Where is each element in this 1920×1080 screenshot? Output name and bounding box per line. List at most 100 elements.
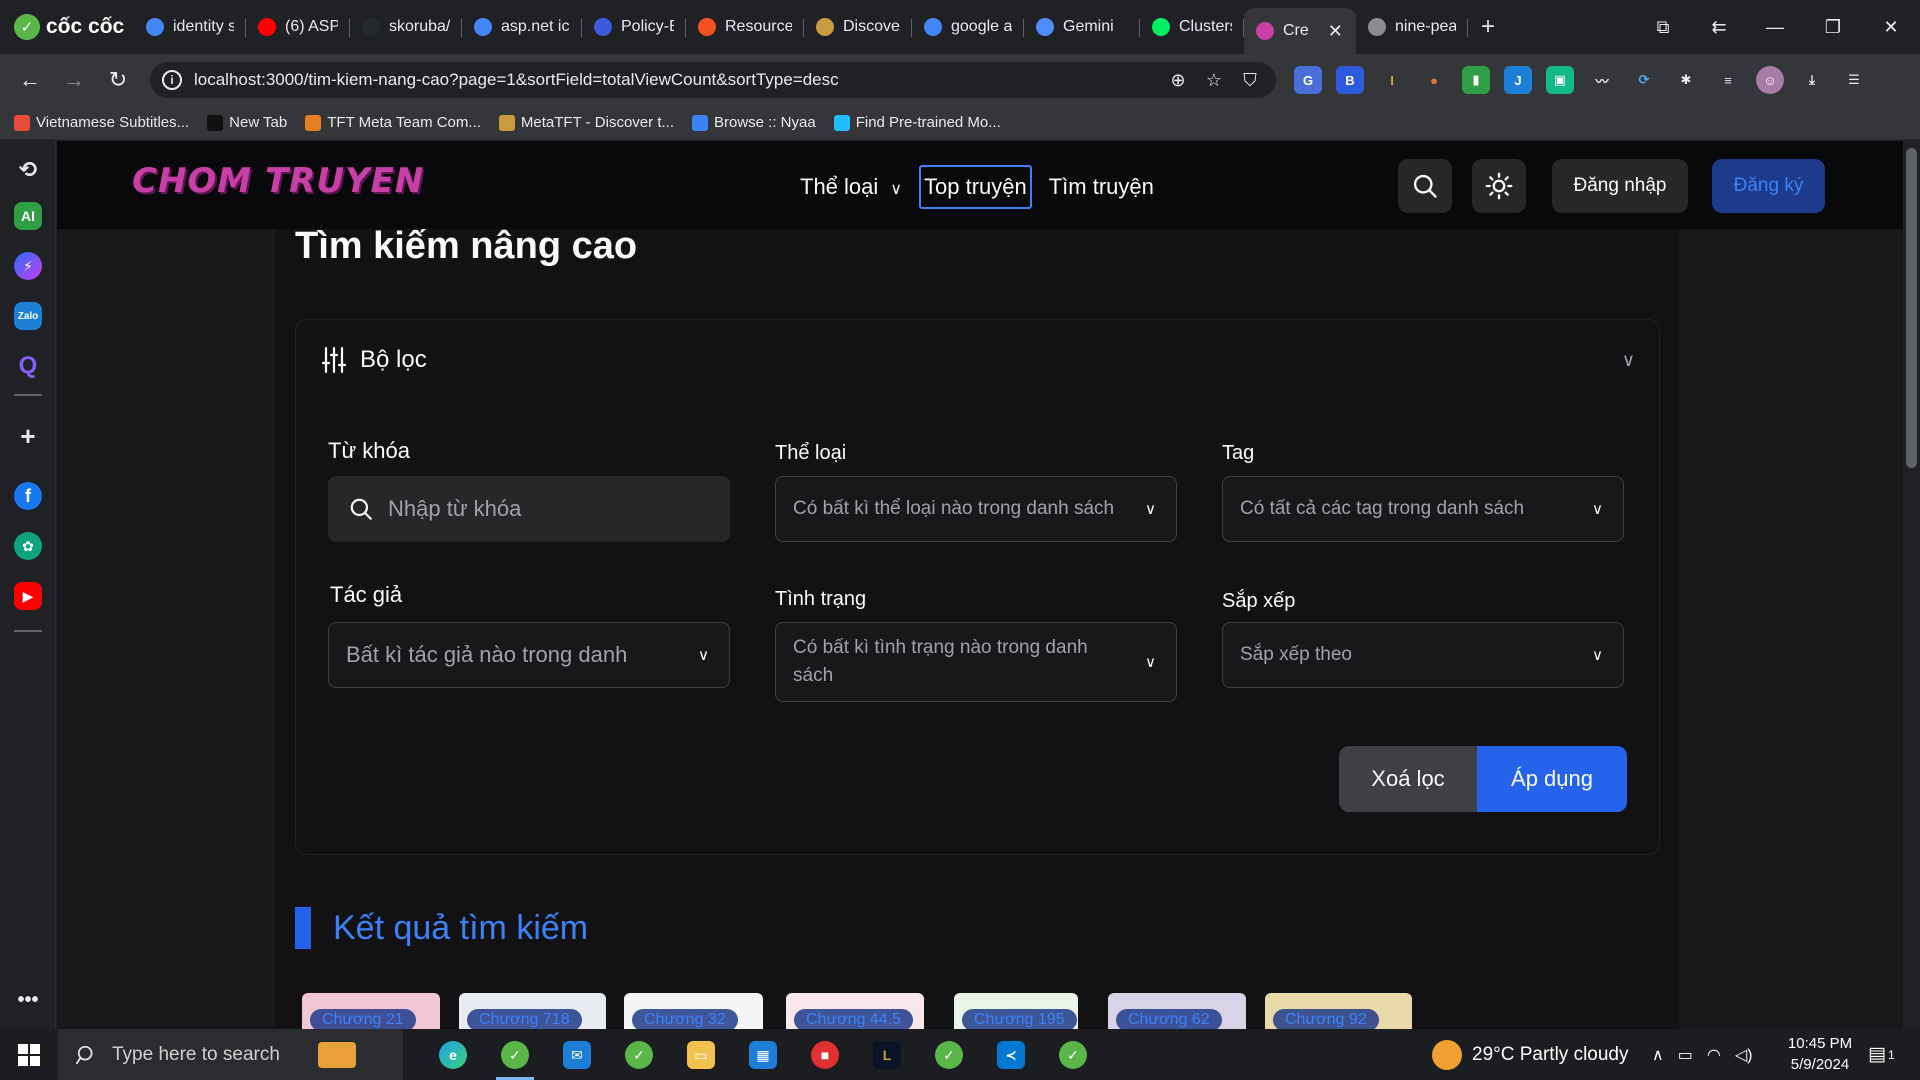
- taskbar-search[interactable]: Type here to search: [58, 1029, 403, 1080]
- back-button[interactable]: ←: [12, 62, 48, 98]
- apply-filter-button[interactable]: Áp dụng: [1477, 746, 1627, 812]
- taskbar-coccoc-profile[interactable]: ✓: [492, 1034, 538, 1080]
- register-button[interactable]: Đăng ký: [1712, 159, 1825, 213]
- comic-card[interactable]: Chương 718: [459, 993, 606, 1029]
- login-button[interactable]: Đăng nhập: [1552, 159, 1688, 213]
- translate-extension-icon[interactable]: G: [1294, 66, 1322, 94]
- browser-tab[interactable]: Cre ✕: [1244, 8, 1356, 54]
- messenger-icon[interactable]: ⚡: [14, 252, 42, 280]
- bookmark-item[interactable]: Browse :: Nyaa: [691, 114, 816, 131]
- close-tab-icon[interactable]: ✕: [1328, 21, 1343, 42]
- status-select[interactable]: Có bất kì tình trạng nào trong danh sách…: [775, 622, 1177, 702]
- nav-find-stories[interactable]: Tìm truyện: [1046, 167, 1157, 207]
- facebook-icon[interactable]: f: [14, 482, 42, 510]
- filter-header[interactable]: Bộ lọc: [322, 346, 427, 374]
- system-clock[interactable]: 10:45 PM 5/9/2024: [1775, 1033, 1865, 1075]
- download-icon[interactable]: ⤓: [1798, 66, 1826, 94]
- taskbar-mail[interactable]: ✉: [554, 1034, 600, 1076]
- extensions-puzzle-icon[interactable]: ✱: [1672, 66, 1700, 94]
- bookmark-item[interactable]: Vietnamese Subtitles...: [14, 114, 189, 131]
- site-info-icon[interactable]: i: [162, 70, 182, 90]
- mustache-extension-icon[interactable]: 〰: [1588, 66, 1616, 94]
- volume-icon[interactable]: ◁): [1735, 1045, 1753, 1065]
- browser-tab[interactable]: Discover: [804, 8, 912, 46]
- menu-icon[interactable]: ☰: [1840, 66, 1868, 94]
- nav-genre[interactable]: Thể loại ∨: [797, 167, 905, 207]
- taskbar-league[interactable]: L: [864, 1034, 910, 1076]
- address-bar[interactable]: i localhost:3000/tim-kiem-nang-cao?page=…: [150, 62, 1276, 98]
- browser-tab[interactable]: Policy-Ba: [582, 8, 686, 46]
- site-logo[interactable]: CHOM TRUYEN: [132, 161, 424, 201]
- minimize-button[interactable]: —: [1746, 0, 1804, 54]
- add-app-icon[interactable]: +: [14, 421, 42, 451]
- keyword-input[interactable]: Nhập từ khóa: [328, 476, 730, 542]
- browser-tab[interactable]: (6) ASP.N: [246, 8, 350, 46]
- nav-top-stories[interactable]: Top truyện: [919, 165, 1032, 209]
- tag-select[interactable]: Có tất cả các tag trong danh sách ∨: [1222, 476, 1624, 542]
- browser-tab[interactable]: skoruba/: [350, 8, 462, 46]
- ai-assistant-icon[interactable]: AI: [14, 202, 42, 230]
- bookmark-item[interactable]: New Tab: [207, 114, 287, 131]
- theme-toggle-button[interactable]: [1472, 159, 1526, 213]
- tray-chevron-icon[interactable]: ∧: [1652, 1045, 1664, 1065]
- header-search-button[interactable]: [1398, 159, 1452, 213]
- weather-widget[interactable]: 29°C Partly cloudy: [1432, 1029, 1629, 1080]
- profile-avatar[interactable]: ☺: [1756, 66, 1784, 94]
- cursor-extension-icon[interactable]: I: [1378, 66, 1406, 94]
- collapse-chevron-icon[interactable]: ∨: [1622, 350, 1635, 371]
- j-extension-icon[interactable]: J: [1504, 66, 1532, 94]
- browser-tab[interactable]: google a: [912, 8, 1024, 46]
- close-window-button[interactable]: ✕: [1862, 0, 1920, 54]
- notification-center[interactable]: ▤ 1: [1868, 1029, 1895, 1080]
- youtube-icon[interactable]: ▶: [14, 582, 42, 610]
- wifi-icon[interactable]: ◠: [1707, 1045, 1721, 1065]
- comic-card[interactable]: Chương 62: [1108, 993, 1246, 1029]
- bookmark-item[interactable]: MetaTFT - Discover t...: [498, 114, 674, 131]
- zalo-icon[interactable]: Zalo: [14, 302, 42, 330]
- start-button[interactable]: [0, 1029, 58, 1080]
- q-app-icon[interactable]: Q: [14, 352, 42, 380]
- taskbar-file-explorer[interactable]: ▭: [678, 1034, 724, 1076]
- sync-extension-icon[interactable]: ⟳: [1630, 66, 1658, 94]
- taskbar-coccoc-alt[interactable]: ✓: [926, 1034, 972, 1076]
- browser-tab[interactable]: nine-pea: [1356, 8, 1468, 46]
- browser-tab[interactable]: Clusters: [1140, 8, 1244, 46]
- taskbar-coccoc[interactable]: ✓: [616, 1034, 662, 1076]
- bookmark-item[interactable]: TFT Meta Team Com...: [305, 114, 481, 131]
- cookie-extension-icon[interactable]: ●: [1420, 66, 1448, 94]
- more-options-icon[interactable]: •••: [14, 986, 42, 1014]
- sort-select[interactable]: Sắp xếp theo ∨: [1222, 622, 1624, 688]
- taskbar-coccoc-2[interactable]: ✓: [1050, 1034, 1096, 1076]
- forward-button[interactable]: →: [56, 62, 92, 98]
- taskbar-red-app[interactable]: ■: [802, 1034, 848, 1076]
- taskbar-remote-app[interactable]: ▦: [740, 1034, 786, 1076]
- grid-extension-icon[interactable]: ▣: [1546, 66, 1574, 94]
- browser-tab[interactable]: Gemini: [1024, 8, 1140, 46]
- browser-logo[interactable]: ✓ cốc cốc: [0, 14, 134, 40]
- author-select[interactable]: Bất kì tác giả nào trong danh ∨: [328, 622, 730, 688]
- tab-search-icon[interactable]: ⧉: [1634, 0, 1692, 54]
- comic-card[interactable]: Chương 195: [954, 993, 1078, 1029]
- history-icon[interactable]: ⟲: [14, 156, 42, 184]
- bookmark-item[interactable]: Find Pre-trained Mo...: [833, 114, 1001, 131]
- bookmark-star-icon[interactable]: ☆: [1202, 68, 1226, 92]
- reload-button[interactable]: ↻: [100, 62, 136, 98]
- browser-tab[interactable]: identity s: [134, 8, 246, 46]
- battery-extension-icon[interactable]: ▮: [1462, 66, 1490, 94]
- comic-card[interactable]: Chương 21: [302, 993, 440, 1029]
- chatgpt-icon[interactable]: ✿: [14, 532, 42, 560]
- back-history-icon[interactable]: ⇇: [1690, 0, 1748, 54]
- address-url[interactable]: localhost:3000/tim-kiem-nang-cao?page=1&…: [194, 70, 839, 90]
- restore-button[interactable]: ❐: [1804, 0, 1862, 54]
- playlist-icon[interactable]: ≡: [1714, 66, 1742, 94]
- taskbar-edge[interactable]: e: [430, 1034, 476, 1076]
- comic-card[interactable]: Chương 44.5: [786, 993, 924, 1029]
- clear-filter-button[interactable]: Xoá lọc: [1339, 746, 1477, 812]
- shield-icon[interactable]: ⛉: [1238, 68, 1262, 92]
- bitwarden-extension-icon[interactable]: B: [1336, 66, 1364, 94]
- battery-icon[interactable]: ▭: [1678, 1045, 1693, 1065]
- taskbar-vscode[interactable]: ≺: [988, 1034, 1034, 1076]
- genre-select[interactable]: Có bất kì thể loại nào trong danh sách ∨: [775, 476, 1177, 542]
- zoom-icon[interactable]: ⊕: [1166, 68, 1190, 92]
- new-tab-button[interactable]: +: [1468, 13, 1508, 41]
